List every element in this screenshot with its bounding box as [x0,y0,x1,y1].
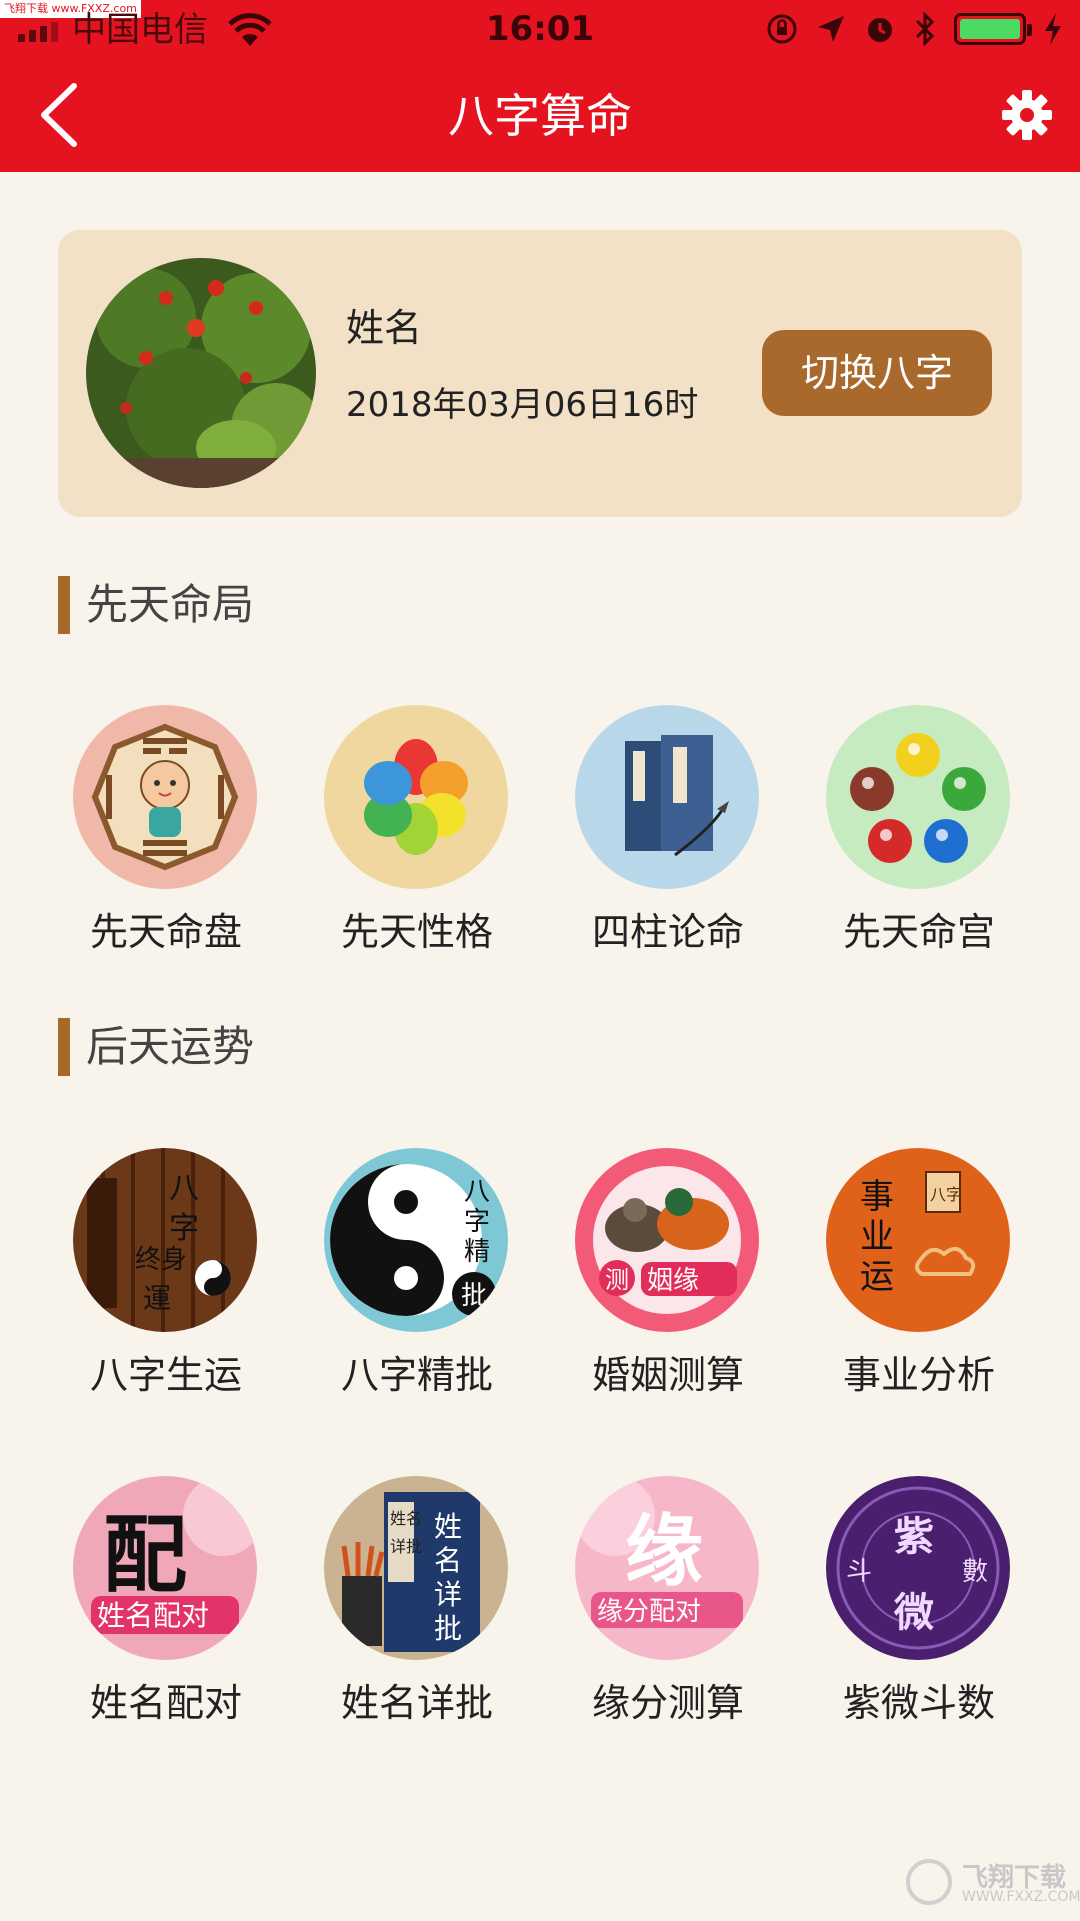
status-icons [766,12,1062,46]
career-cloud-icon: 八字 事 业 运 [826,1148,1010,1332]
tile-bazi-fortune[interactable]: 八 字 终身 運 八字生运 [41,1148,291,1408]
svg-text:字: 字 [169,1211,199,1246]
charging-icon [1045,13,1061,45]
svg-text:紫: 紫 [894,1513,934,1560]
bluetooth-icon [915,12,935,46]
top-bar: 飞翔下载 www.FXXZ.com 中国电信 16:01 八字算命 [0,0,1080,172]
svg-text:斗: 斗 [846,1557,872,1587]
watermark-sub: WWW.FXXZ.COM [962,1889,1080,1905]
tile-career[interactable]: 八字 事 业 运 事业分析 [794,1148,1044,1408]
tile-label: 姓名详批 [340,1681,493,1725]
tile-label: 婚姻测算 [591,1353,744,1397]
svg-text:運: 運 [143,1282,171,1315]
svg-text:配: 配 [103,1505,187,1604]
lock-rotation-icon [767,14,797,44]
name-match-icon: 配 姓名配对 [73,1476,257,1660]
section-accent-bar [58,576,70,634]
svg-text:名: 名 [434,1544,462,1577]
svg-text:精: 精 [464,1237,490,1267]
tile-label: 缘分测算 [591,1681,744,1725]
svg-text:详批: 详批 [390,1537,422,1556]
svg-text:详: 详 [434,1578,462,1611]
tile-name-match[interactable]: 配 姓名配对 姓名配对 [41,1476,291,1736]
name-book-icon: 姓名 详批 姓 名 详 批 [324,1476,508,1660]
svg-text:姓名配对: 姓名配对 [97,1599,209,1632]
section-title: 先天命局 [86,580,255,629]
svg-text:八字: 八字 [930,1185,962,1204]
tile-innate-palace[interactable]: 先天命宫 [794,705,1044,965]
tile-innate-character[interactable]: 先天性格 [292,705,542,965]
switch-bazi-button[interactable]: 切换八字 [762,330,992,416]
tile-label: 先天命宫 [842,910,995,954]
five-elements-icon [826,705,1010,889]
svg-text:运: 运 [860,1257,894,1297]
tile-bazi-detail[interactable]: 八 字 精 批 八字精批 [292,1148,542,1408]
ziwei-chart-icon: 紫 微 斗 數 [826,1476,1010,1660]
art-text: 八 [169,1171,199,1206]
tile-label: 八字精批 [340,1353,493,1397]
svg-text:姓: 姓 [434,1510,462,1543]
svg-text:姓名: 姓名 [390,1509,422,1528]
svg-text:姻缘: 姻缘 [647,1266,699,1296]
bagua-baby-icon [73,705,257,889]
flower-petals-icon [324,705,508,889]
yin-yang-icon: 八 字 精 批 [324,1148,508,1332]
svg-text:批: 批 [461,1281,487,1311]
alarm-icon [868,18,892,42]
svg-text:缘分配对: 缘分配对 [597,1597,701,1627]
svg-text:缘: 缘 [625,1506,703,1597]
svg-text:终身: 终身 [135,1245,187,1275]
tile-fate-match[interactable]: 缘 缘分配对 缘分测算 [543,1476,793,1736]
section-title: 后天运势 [86,1022,255,1071]
svg-text:事: 事 [860,1177,894,1217]
fate-match-icon: 缘 缘分配对 [575,1476,759,1660]
watermark: 飞翔下载 WWW.FXXZ.COM [906,1853,1080,1913]
svg-text:八: 八 [464,1177,490,1207]
battery-icon [954,13,1032,45]
tile-innate-chart[interactable]: 先天命盘 [41,705,291,965]
tile-marriage[interactable]: 测 姻缘 婚姻测算 [543,1148,793,1408]
tile-label: 四柱论命 [591,910,744,954]
tile-label: 姓名配对 [89,1681,242,1725]
svg-text:测: 测 [605,1266,629,1294]
tile-label: 紫微斗数 [842,1681,995,1725]
avatar[interactable] [86,258,316,488]
bamboo-scroll-icon: 八 字 终身 運 [73,1148,257,1332]
ancient-books-icon [575,705,759,889]
gear-icon[interactable] [1000,88,1054,142]
profile-birth-datetime: 2018年03月06日16时 [346,385,699,425]
svg-text:批: 批 [434,1612,462,1645]
location-icon [818,16,844,42]
svg-text:微: 微 [893,1589,934,1636]
tile-label: 事业分析 [842,1353,995,1397]
svg-text:字: 字 [464,1207,490,1237]
nav-bar: 八字算命 [0,58,1080,172]
tile-label: 先天命盘 [89,910,242,954]
mandarin-ducks-icon: 测 姻缘 [575,1148,759,1332]
tile-label: 先天性格 [340,910,493,954]
tile-label: 八字生运 [89,1353,242,1397]
section-accent-bar [58,1018,70,1076]
status-bar: 飞翔下载 www.FXXZ.com 中国电信 16:01 [0,0,1080,58]
tile-four-pillars[interactable]: 四柱论命 [543,705,793,965]
profile-card: 姓名 2018年03月06日16时 切换八字 [58,230,1022,517]
svg-text:业: 业 [860,1217,894,1257]
svg-text:數: 數 [962,1557,988,1587]
profile-name-label: 姓名 [346,306,423,350]
watermark-logo-icon [906,1859,952,1905]
tile-name-detail[interactable]: 姓名 详批 姓 名 详 批 姓名详批 [292,1476,542,1736]
tile-ziwei[interactable]: 紫 微 斗 數 紫微斗数 [794,1476,1044,1736]
page-title: 八字算命 [448,89,632,143]
